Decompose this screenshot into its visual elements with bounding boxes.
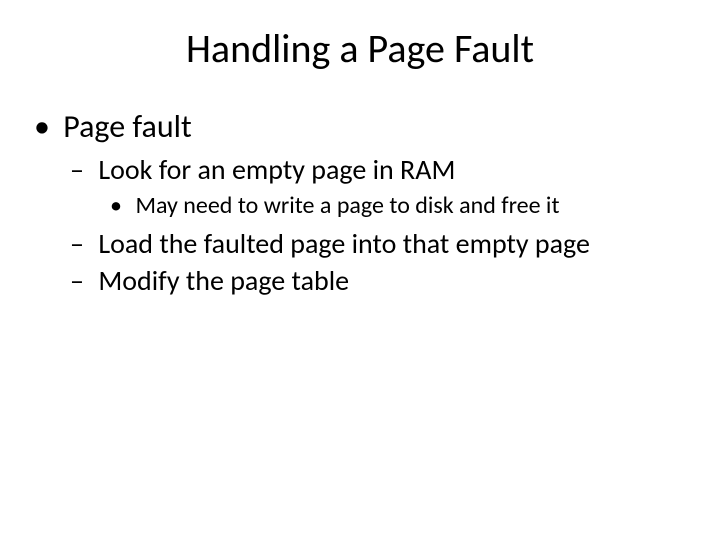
bullet-l2-a: Look for an empty page in RAM May need t…	[70, 152, 690, 220]
slide-title: Handling a Page Fault	[30, 24, 690, 73]
bullet-l1-text: Page fault	[63, 107, 191, 146]
bullet-l2-c-text: Modify the page table	[98, 263, 349, 298]
bullet-l3-list: May need to write a page to disk and fre…	[70, 191, 690, 220]
slide: Handling a Page Fault Page fault Look fo…	[0, 0, 720, 540]
bullet-l3-a: May need to write a page to disk and fre…	[110, 191, 690, 220]
bullet-l3-a-text: May need to write a page to disk and fre…	[135, 191, 559, 220]
bullet-l2-b-text: Load the faulted page into that empty pa…	[98, 226, 590, 261]
bullet-l1: Page fault Look for an empty page in RAM…	[36, 107, 690, 298]
bullet-list: Page fault Look for an empty page in RAM…	[30, 107, 690, 298]
bullet-l2-c: Modify the page table	[70, 263, 690, 298]
bullet-l2-list: Look for an empty page in RAM May need t…	[36, 152, 690, 298]
bullet-l2-b: Load the faulted page into that empty pa…	[70, 226, 690, 261]
bullet-l2-a-text: Look for an empty page in RAM	[98, 152, 455, 187]
